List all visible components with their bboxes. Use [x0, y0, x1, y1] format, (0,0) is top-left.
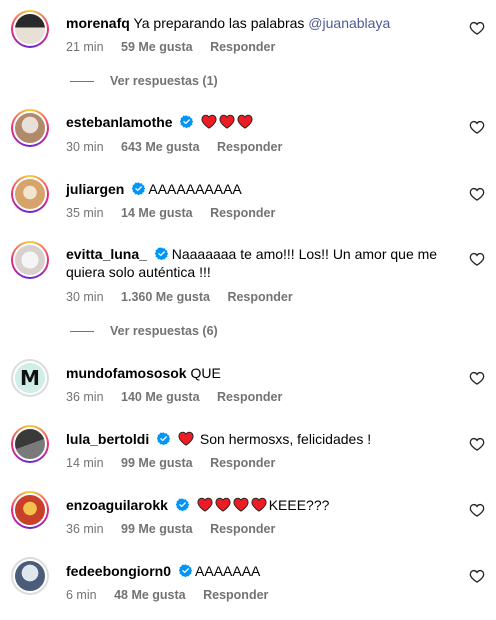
comment-username[interactable]: estebanlamothe: [66, 114, 173, 130]
divider: [70, 331, 94, 333]
red-heart-emoji-icon: [201, 114, 217, 129]
comment-text-continued: quiera solo auténtica !!!: [66, 264, 211, 280]
comment-time: 30 min: [66, 140, 104, 154]
comment-username[interactable]: lula_bertoldi: [66, 431, 149, 447]
avatar[interactable]: [11, 109, 49, 147]
avatar-logo-letter: M: [20, 366, 40, 390]
comment-time: 36 min: [66, 390, 104, 404]
reply-button[interactable]: Responder: [217, 390, 282, 404]
mention-link[interactable]: @juanablaya: [308, 15, 390, 31]
comment-text: Ya preparando las palabras: [133, 15, 309, 31]
like-heart-icon[interactable]: [469, 436, 485, 452]
comment-time: 21 min: [66, 40, 104, 54]
divider: [70, 81, 94, 83]
red-heart-emoji-icon: [237, 114, 253, 129]
comment-username[interactable]: mundofamososok: [66, 365, 187, 381]
reply-button[interactable]: Responder: [210, 456, 275, 470]
verified-badge-icon: [155, 247, 168, 260]
view-replies-button[interactable]: Ver respuestas (6): [70, 324, 218, 338]
like-heart-icon[interactable]: [469, 568, 485, 584]
avatar[interactable]: [11, 241, 49, 279]
like-heart-icon[interactable]: [469, 502, 485, 518]
comment-time: 36 min: [66, 522, 104, 536]
verified-badge-icon: [176, 498, 189, 511]
likes-count[interactable]: 14 Me gusta: [121, 206, 193, 220]
like-heart-icon[interactable]: [469, 186, 485, 202]
like-heart-icon[interactable]: [469, 251, 485, 267]
comment-username[interactable]: morenafq: [66, 15, 130, 31]
red-heart-emoji-icon: [233, 497, 249, 512]
avatar[interactable]: [11, 491, 49, 529]
verified-badge-icon: [180, 115, 193, 128]
red-heart-emoji-icon: [251, 497, 267, 512]
verified-badge-icon: [132, 182, 145, 195]
like-heart-icon[interactable]: [469, 370, 485, 386]
reply-button[interactable]: Responder: [203, 588, 268, 602]
red-heart-emoji-icon: [219, 114, 235, 129]
comment-time: 6 min: [66, 588, 97, 602]
reply-button[interactable]: Responder: [217, 140, 282, 154]
verified-badge-icon: [179, 564, 192, 577]
verified-badge-icon: [157, 432, 170, 445]
avatar[interactable]: [11, 175, 49, 213]
comment-time: 35 min: [66, 206, 104, 220]
likes-count[interactable]: 643 Me gusta: [121, 140, 200, 154]
comment-text: Naaaaaaa te amo!!! Los!! Un amor que me: [171, 246, 438, 262]
comment-text: KEEE???: [268, 497, 330, 513]
avatar[interactable]: [11, 425, 49, 463]
likes-count[interactable]: 48 Me gusta: [114, 588, 186, 602]
comment-text: AAAAAAA: [195, 563, 261, 579]
reply-button[interactable]: Responder: [210, 40, 275, 54]
avatar[interactable]: M: [11, 359, 49, 397]
comment-text: AAAAAAAAAA: [148, 181, 242, 197]
like-heart-icon[interactable]: [469, 20, 485, 36]
likes-count[interactable]: 99 Me gusta: [121, 456, 193, 470]
red-heart-emoji-icon: [197, 497, 213, 512]
red-heart-emoji-icon: [178, 431, 194, 446]
reply-button[interactable]: Responder: [210, 206, 275, 220]
avatar[interactable]: [11, 557, 49, 595]
like-heart-icon[interactable]: [469, 119, 485, 135]
likes-count[interactable]: 140 Me gusta: [121, 390, 200, 404]
view-replies-button[interactable]: Ver respuestas (1): [70, 74, 218, 88]
comment-text: QUE: [190, 365, 221, 381]
likes-count[interactable]: 99 Me gusta: [121, 522, 193, 536]
likes-count[interactable]: 59 Me gusta: [121, 40, 193, 54]
reply-button[interactable]: Responder: [227, 290, 292, 304]
comment-time: 14 min: [66, 456, 104, 470]
comment-username[interactable]: fedeebongiorn0: [66, 563, 171, 579]
comment-text: Son hermosxs, felicidades !: [199, 431, 372, 447]
avatar[interactable]: [11, 10, 49, 48]
red-heart-emoji-icon: [215, 497, 231, 512]
likes-count[interactable]: 1.360 Me gusta: [121, 290, 210, 304]
comment-time: 30 min: [66, 290, 104, 304]
comment-username[interactable]: enzoaguilarokk: [66, 497, 168, 513]
reply-button[interactable]: Responder: [210, 522, 275, 536]
comment-username[interactable]: juliargen: [66, 181, 124, 197]
comment-username[interactable]: evitta_luna_: [66, 246, 147, 262]
